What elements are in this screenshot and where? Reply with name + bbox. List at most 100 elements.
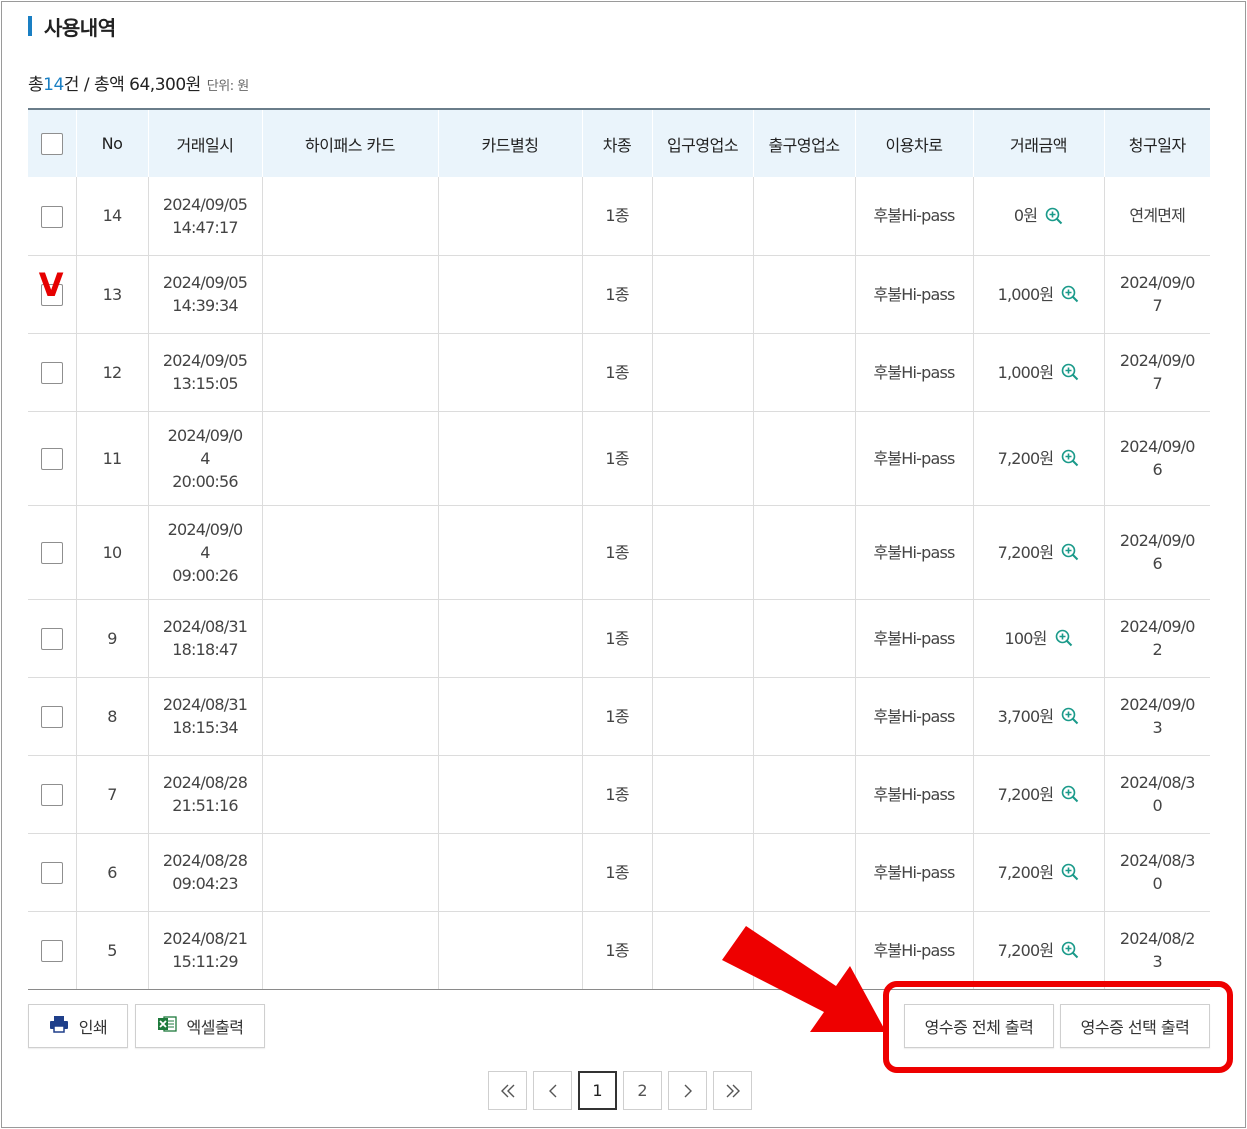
row-select-cell[interactable] [28,677,76,756]
row-card [261,333,438,412]
row-alias [437,411,582,506]
row-select-cell[interactable] [28,333,76,412]
table-row: 5 2024/08/21 15:11:29 1종 후불Hi-pass 7,200원 2024… [28,911,1210,990]
row-checkbox[interactable] [40,447,63,470]
excel-label: 엑셀출력 [186,1018,244,1037]
row-lane: 후불Hi-pass [854,255,973,334]
table-row: 8 2024/08/31 18:15:34 1종 후불Hi-pass 3,700원 2024… [28,677,1210,756]
row-checkbox[interactable] [40,541,63,564]
row-select-cell[interactable] [28,505,76,600]
billing-line: 2024/09/0 [1119,351,1196,370]
total-count: 14 [43,75,64,95]
table-row: 9 2024/08/31 18:18:47 1종 후불Hi-pass 100원 2024/0… [28,599,1210,678]
row-select-cell[interactable] [28,599,76,678]
row-billing: 2024/08/2 3 [1103,911,1210,990]
row-datetime: 2024/08/28 21:51:16 [147,755,262,834]
double-chevron-left-icon [500,1084,514,1097]
table-header-row: No 거래일시 하이패스 카드 카드별칭 차종 입구영업소 출구영업소 이용차로… [28,108,1210,177]
row-select-cell[interactable] [28,911,76,990]
row-amount-cell: 7,200원 [972,911,1104,990]
select-all-checkbox[interactable] [40,132,63,155]
row-type: 1종 [581,333,652,412]
datetime-line: 2024/09/0 [167,519,244,539]
zoom-in-icon[interactable] [1061,863,1079,881]
row-checkbox[interactable] [40,361,63,384]
row-card [261,255,438,334]
print-button[interactable]: 인쇄 [28,1004,128,1048]
row-lane: 후불Hi-pass [854,505,973,600]
row-select-cell[interactable]: V [28,255,76,334]
row-amount: 7,200원 [997,862,1055,882]
row-alias [437,677,582,756]
billing-line: 2024/08/3 [1119,851,1196,870]
datetime-line: 14:47:17 [172,217,238,237]
header-select-all[interactable] [28,108,76,177]
row-datetime: 2024/09/05 14:47:17 [147,177,262,256]
row-exit [752,505,855,600]
row-card [261,911,438,990]
printer-icon [49,1015,69,1037]
row-checkbox[interactable] [40,783,63,806]
table-row: 11 2024/09/0 4 20:00:56 1종 후불Hi-pass 7,200원 202… [28,411,1210,506]
row-amount: 7,200원 [997,448,1055,468]
row-alias [437,599,582,678]
datetime-line: 2024/09/0 [167,425,244,445]
row-billing: 연계면제 [1103,177,1210,256]
row-checkbox[interactable] [40,627,63,650]
datetime-line: 2024/09/05 [162,351,248,370]
row-checkbox[interactable] [40,861,63,884]
row-entry [651,255,753,334]
datetime-line: 20:00:56 [172,471,238,491]
row-alias [437,177,582,256]
zoom-in-icon[interactable] [1061,941,1079,959]
zoom-in-icon[interactable] [1061,785,1079,803]
datetime-line: 18:18:47 [172,640,238,659]
zoom-in-icon[interactable] [1045,207,1063,225]
row-select-cell[interactable] [28,833,76,912]
row-entry [651,755,753,834]
datetime-line: 2024/08/28 [162,851,248,870]
row-checkbox[interactable] [40,939,63,962]
row-datetime: 2024/08/31 18:15:34 [147,677,262,756]
row-no: 8 [75,677,148,756]
first-page-button[interactable] [488,1071,527,1110]
check-mark-annotation: V [38,265,64,304]
row-no: 5 [75,911,148,990]
row-no: 11 [75,411,148,506]
row-lane: 후불Hi-pass [854,677,973,756]
zoom-in-icon[interactable] [1061,363,1079,381]
print-all-receipts-button[interactable]: 영수증 전체 출력 [904,1004,1054,1048]
row-exit [752,755,855,834]
zoom-in-icon[interactable] [1055,629,1073,647]
row-amount-cell: 7,200원 [972,411,1104,506]
last-page-button[interactable] [713,1071,752,1110]
zoom-in-icon[interactable] [1061,543,1079,561]
page-2-button[interactable]: 2 [623,1071,662,1110]
row-checkbox[interactable] [40,705,63,728]
header-billing: 청구일자 [1103,108,1210,177]
print-label: 인쇄 [78,1018,108,1037]
excel-export-button[interactable]: 엑셀출력 [135,1004,265,1048]
row-select-cell[interactable] [28,755,76,834]
row-select-cell[interactable] [28,411,76,506]
row-type: 1종 [581,255,652,334]
row-select-cell[interactable] [28,177,76,256]
summary-separator: / [78,75,94,95]
page-1-button[interactable]: 1 [578,1071,617,1110]
zoom-in-icon[interactable] [1061,707,1079,725]
row-checkbox[interactable]: V [39,269,64,306]
row-datetime: 2024/09/0 4 20:00:56 [147,411,262,506]
zoom-in-icon[interactable] [1061,449,1079,467]
row-amount-cell: 7,200원 [972,505,1104,600]
datetime-line: 2024/09/05 [162,194,248,214]
prev-page-button[interactable] [533,1071,572,1110]
table-row: V 13 2024/09/05 14:39:34 1종 후불Hi-pass 1,000원 20… [28,255,1210,334]
billing-line: 2024/09/0 [1119,695,1196,714]
row-lane: 후불Hi-pass [854,833,973,912]
zoom-in-icon[interactable] [1061,285,1079,303]
header-amount: 거래금액 [972,108,1104,177]
next-page-button[interactable] [668,1071,707,1110]
billing-line: 7 [1152,374,1163,393]
print-selected-receipts-button[interactable]: 영수증 선택 출력 [1060,1004,1210,1048]
row-checkbox[interactable] [40,205,63,228]
